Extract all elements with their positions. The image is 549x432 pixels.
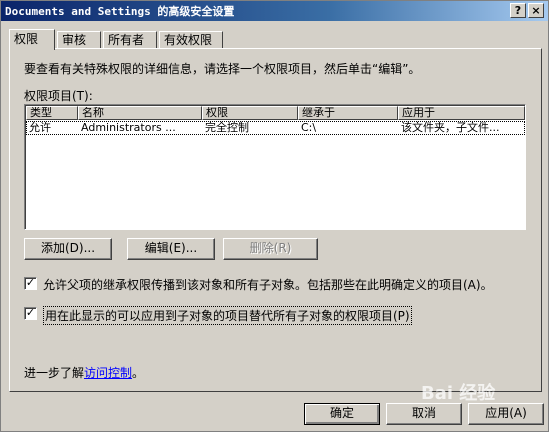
table-row[interactable]: 允许 Administrators ... 完全控制 C:\ 该文件夹，子文件.… xyxy=(26,121,525,135)
learn-more-text: 进一步了解访问控制。 xyxy=(24,364,144,381)
tab-auditing[interactable]: 审核 xyxy=(57,31,101,49)
permissions-panel: 要查看有关特殊权限的详细信息，请选择一个权限项目，然后单击“编辑”。 权限项目(… xyxy=(9,48,542,392)
access-control-link[interactable]: 访问控制 xyxy=(84,366,132,380)
replace-checkbox[interactable]: ✓ xyxy=(24,307,37,320)
add-button[interactable]: 添加(D)... xyxy=(24,238,112,260)
title-bar[interactable]: Documents and Settings 的高级安全设置 ? × xyxy=(1,1,548,21)
column-header-name[interactable]: 名称 xyxy=(78,106,202,120)
cancel-button[interactable]: 取消 xyxy=(386,403,462,425)
apply-button[interactable]: 应用(A) xyxy=(468,403,544,425)
row-focus-rect xyxy=(26,121,525,135)
close-button[interactable]: × xyxy=(528,3,544,18)
tab-effective-permissions[interactable]: 有效权限 xyxy=(159,31,223,49)
replace-checkbox-label: 用在此显示的可以应用到子对象的项目替代所有子对象的权限项目(P) xyxy=(43,306,412,325)
tab-permissions[interactable]: 权限 xyxy=(9,29,55,50)
help-button[interactable]: ? xyxy=(510,3,526,18)
permission-entries-label: 权限项目(T): xyxy=(24,89,93,103)
intro-text: 要查看有关特殊权限的详细信息，请选择一个权限项目，然后单击“编辑”。 xyxy=(24,62,421,76)
inherit-checkbox-label: 允许父项的继承权限传播到该对象和所有子对象。包括那些在此明确定义的项目(A)。 xyxy=(43,278,493,292)
edit-button[interactable]: 编辑(E)... xyxy=(127,238,215,260)
list-header: 类型 名称 权限 继承于 应用于 xyxy=(26,106,525,120)
column-header-inherited-from[interactable]: 继承于 xyxy=(298,106,398,120)
inherit-permissions-option[interactable]: ✓ 允许父项的继承权限传播到该对象和所有子对象。包括那些在此明确定义的项目(A)… xyxy=(24,276,529,292)
window-title: Documents and Settings 的高级安全设置 xyxy=(5,5,235,18)
ok-button[interactable]: 确定 xyxy=(304,403,380,425)
column-header-type[interactable]: 类型 xyxy=(26,106,78,120)
tab-owner[interactable]: 所有者 xyxy=(103,31,157,49)
column-header-apply-to[interactable]: 应用于 xyxy=(398,106,525,120)
column-header-permission[interactable]: 权限 xyxy=(202,106,298,120)
remove-button[interactable]: 删除(R) xyxy=(223,238,318,260)
inherit-checkbox[interactable]: ✓ xyxy=(24,277,37,290)
replace-permissions-option[interactable]: ✓ 用在此显示的可以应用到子对象的项目替代所有子对象的权限项目(P) xyxy=(24,306,529,325)
permission-entries-list[interactable]: 类型 名称 权限 继承于 应用于 允许 Administrators ... 完… xyxy=(24,104,526,230)
learn-more-prefix: 进一步了解 xyxy=(24,366,85,380)
learn-more-suffix: 。 xyxy=(132,366,145,380)
security-settings-dialog: Documents and Settings 的高级安全设置 ? × 权限 审核… xyxy=(0,0,549,432)
baidu-watermark: Bai 经验 xyxy=(421,383,496,404)
